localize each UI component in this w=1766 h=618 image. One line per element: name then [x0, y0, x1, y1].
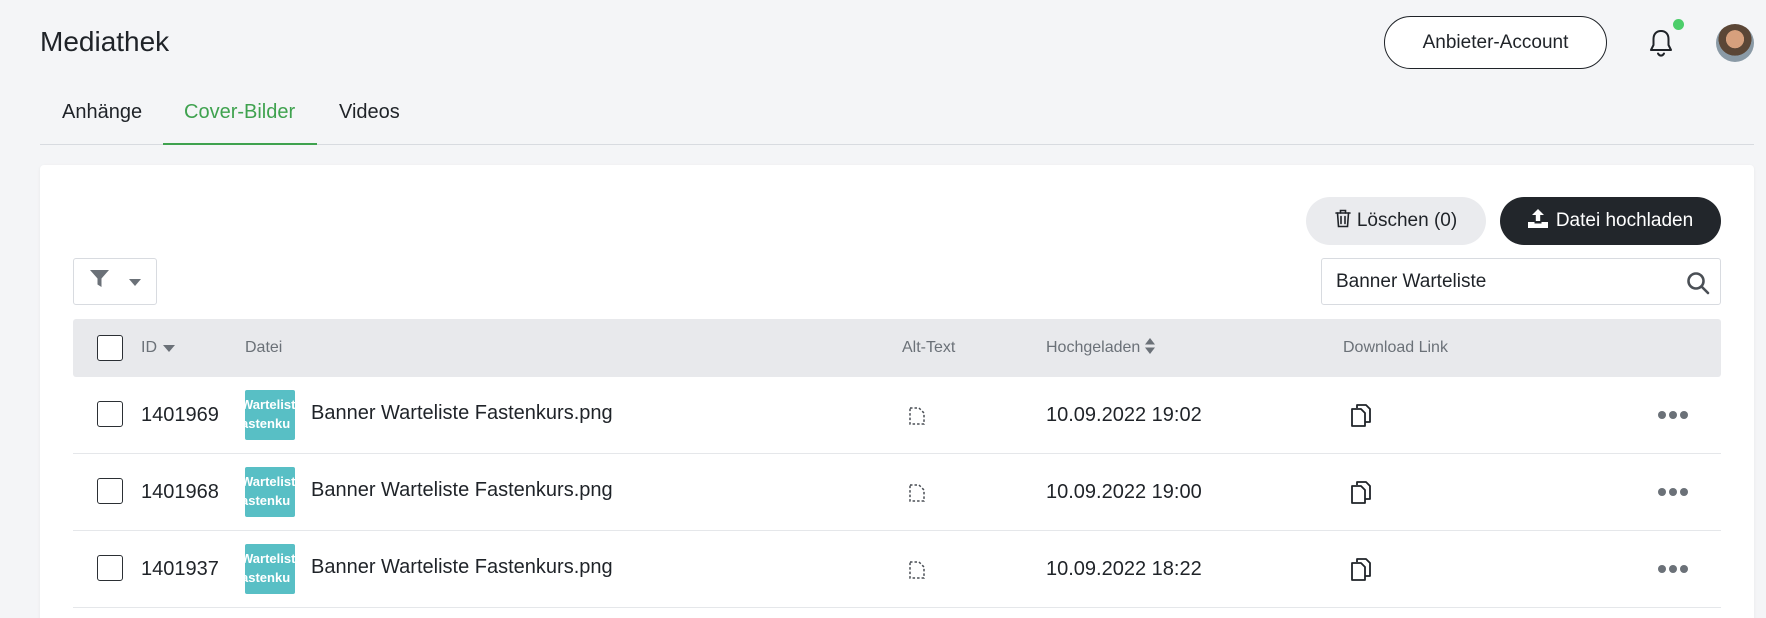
- copy-icon[interactable]: [1351, 377, 1371, 454]
- copy-icon[interactable]: [1351, 531, 1371, 608]
- more-icon[interactable]: [1658, 407, 1688, 423]
- table-row: 1401937 Wartelist astenku Banner Warteli…: [73, 531, 1721, 608]
- copy-icon[interactable]: [1351, 454, 1371, 531]
- tab-attachments[interactable]: Anhänge: [62, 88, 142, 145]
- row-file-name[interactable]: Banner Warteliste Fastenkurs.png: [311, 377, 613, 454]
- row-id: 1401969: [141, 404, 219, 426]
- row-checkbox[interactable]: [97, 478, 123, 504]
- row-checkbox[interactable]: [97, 401, 123, 427]
- sort-desc-icon: [163, 339, 175, 357]
- row-uploaded-date: 10.09.2022 19:00: [1046, 481, 1202, 503]
- tab-cover-images[interactable]: Cover-Bilder: [184, 88, 295, 145]
- filter-icon: [89, 270, 109, 293]
- upload-icon: [1527, 208, 1548, 234]
- row-uploaded-date: 10.09.2022 19:02: [1046, 404, 1202, 426]
- row-id: 1401937: [141, 558, 219, 580]
- search-icon[interactable]: [1686, 271, 1710, 295]
- file-thumbnail[interactable]: Wartelist astenku: [245, 390, 295, 440]
- column-header-uploaded[interactable]: Hochgeladen: [1046, 319, 1156, 377]
- tab-videos[interactable]: Videos: [339, 88, 400, 145]
- filter-dropdown[interactable]: [73, 258, 157, 305]
- column-header-alt-text: Alt-Text: [902, 339, 956, 356]
- table-row: 1401969 Wartelist astenku Banner Warteli…: [73, 377, 1721, 454]
- row-file-name[interactable]: Banner Warteliste Fastenkurs.png: [311, 531, 613, 608]
- account-button[interactable]: Anbieter-Account: [1384, 16, 1607, 69]
- caret-down-icon: [128, 273, 141, 291]
- bell-icon[interactable]: [1646, 28, 1676, 58]
- search-input[interactable]: [1336, 259, 1676, 304]
- notification-badge: [1673, 19, 1684, 30]
- alt-text-icon[interactable]: [909, 531, 925, 608]
- more-icon[interactable]: [1658, 484, 1688, 500]
- row-id: 1401968: [141, 481, 219, 503]
- column-header-id[interactable]: ID: [141, 319, 175, 377]
- trash-icon: [1335, 209, 1351, 234]
- row-uploaded-date: 10.09.2022 18:22: [1046, 558, 1202, 580]
- table-header: ID Datei Alt-Text Hochgeladen Download L…: [73, 319, 1721, 377]
- table-row: 1401968 Wartelist astenku Banner Warteli…: [73, 454, 1721, 531]
- sort-icon: [1145, 337, 1156, 359]
- upload-button-label: Datei hochladen: [1555, 210, 1694, 231]
- column-header-download-link: Download Link: [1343, 339, 1448, 356]
- avatar[interactable]: [1716, 24, 1754, 62]
- alt-text-icon[interactable]: [909, 454, 925, 531]
- page-title: Mediathek: [40, 26, 170, 57]
- delete-button-label: Löschen (0): [1356, 210, 1458, 231]
- more-icon[interactable]: [1658, 561, 1688, 577]
- column-header-file: Datei: [245, 339, 283, 356]
- search-box: [1321, 258, 1721, 305]
- select-all-checkbox[interactable]: [97, 335, 123, 361]
- upload-button[interactable]: Datei hochladen: [1500, 197, 1721, 245]
- file-thumbnail[interactable]: Wartelist astenku: [245, 544, 295, 594]
- delete-button[interactable]: Löschen (0): [1306, 197, 1486, 245]
- tab-bar: Anhänge Cover-Bilder Videos: [40, 88, 1754, 145]
- active-tab-indicator: [163, 143, 317, 145]
- row-checkbox[interactable]: [97, 555, 123, 581]
- alt-text-icon[interactable]: [909, 377, 925, 454]
- file-thumbnail[interactable]: Wartelist astenku: [245, 467, 295, 517]
- row-file-name[interactable]: Banner Warteliste Fastenkurs.png: [311, 454, 613, 531]
